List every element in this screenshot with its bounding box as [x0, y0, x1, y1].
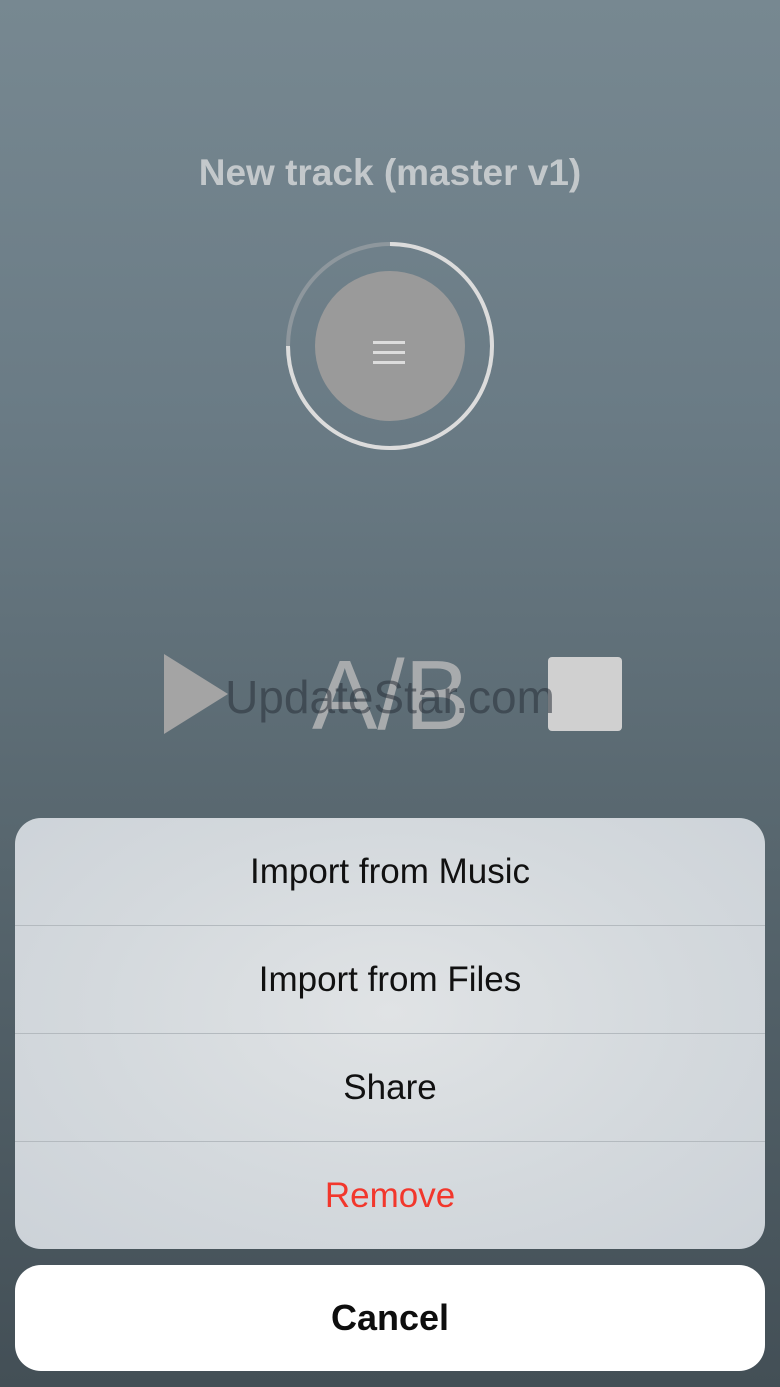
play-icon[interactable] — [160, 652, 230, 736]
playback-dial[interactable] — [285, 241, 495, 451]
transport-controls: A/B — [0, 640, 780, 750]
import-from-files-button[interactable]: Import from Files — [15, 926, 765, 1034]
remove-button[interactable]: Remove — [15, 1142, 765, 1249]
player-screen: New track (master v1) A/B UpdateStar.com… — [0, 0, 780, 1387]
menu-lines-icon — [373, 341, 405, 364]
stop-icon[interactable] — [548, 657, 622, 731]
track-title: New track (master v1) — [198, 152, 582, 193]
share-button[interactable]: Share — [15, 1034, 765, 1142]
ab-toggle-button[interactable]: A/B — [312, 640, 470, 750]
dial-menu-button[interactable] — [315, 271, 465, 421]
action-sheet: Import from Music Import from Files Shar… — [15, 818, 765, 1249]
cancel-button[interactable]: Cancel — [15, 1265, 765, 1371]
import-from-music-button[interactable]: Import from Music — [15, 818, 765, 926]
